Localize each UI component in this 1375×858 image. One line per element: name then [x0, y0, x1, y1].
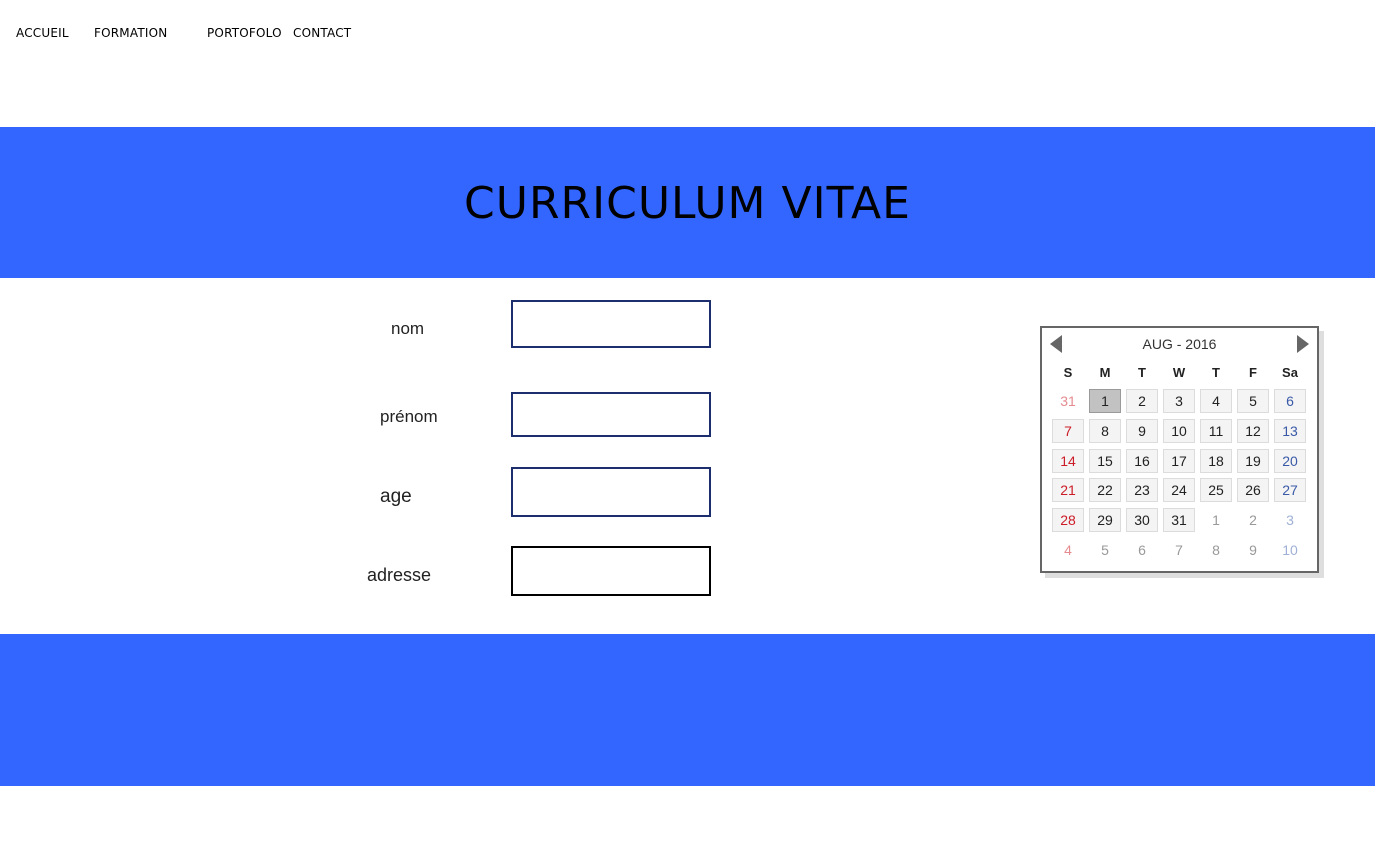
adresse-input[interactable] [511, 546, 711, 596]
calendar-day[interactable]: 4 [1052, 538, 1084, 562]
calendar-day[interactable]: 5 [1089, 538, 1121, 562]
calendar-day[interactable]: 14 [1052, 448, 1084, 473]
footer-banner [0, 634, 1375, 786]
date-picker: AUG - 2016 S M T W T F Sa 31 1 2 3 4 5 6 7 8 9 10 11 12 13 1… [1040, 326, 1319, 573]
weekday-label: F [1249, 365, 1257, 380]
nav-formation-link[interactable]: FORMATION [94, 26, 167, 40]
weekday-label: T [1138, 365, 1146, 380]
calendar-day[interactable]: 29 [1089, 508, 1121, 533]
age-input[interactable] [511, 467, 711, 517]
calendar-day[interactable]: 7 [1163, 538, 1195, 562]
calendar-day[interactable]: 3 [1274, 508, 1306, 532]
calendar-day[interactable]: 10 [1274, 538, 1306, 562]
calendar-day[interactable]: 15 [1089, 448, 1121, 473]
calendar-day[interactable]: 6 [1126, 538, 1158, 562]
calendar-day[interactable]: 9 [1237, 538, 1269, 562]
nav-portofolo-link[interactable]: PORTOFOLO [207, 26, 282, 40]
calendar-day[interactable]: 7 [1052, 418, 1084, 443]
calendar-day[interactable]: 18 [1200, 448, 1232, 473]
weekday-label: Sa [1282, 365, 1298, 380]
calendar-day[interactable]: 10 [1163, 418, 1195, 443]
calendar-day[interactable]: 8 [1089, 418, 1121, 443]
adresse-label: adresse [367, 565, 432, 585]
nav-contact-link[interactable]: CONTACT [293, 26, 351, 40]
calendar-day[interactable]: 27 [1274, 478, 1306, 503]
calendar-day[interactable]: 20 [1274, 448, 1306, 473]
calendar-day[interactable]: 13 [1274, 418, 1306, 443]
calendar-day[interactable]: 24 [1163, 478, 1195, 503]
calendar-day[interactable]: 8 [1200, 538, 1232, 562]
calendar-day[interactable]: 9 [1126, 418, 1158, 443]
nav-accueil-link[interactable]: ACCUEIL [16, 26, 69, 40]
calendar-day[interactable]: 1 [1089, 389, 1121, 413]
calendar-day[interactable]: 1 [1200, 508, 1232, 532]
calendar-day[interactable]: 25 [1200, 478, 1232, 503]
calendar-day[interactable]: 22 [1089, 478, 1121, 503]
calendar-day[interactable]: 11 [1200, 418, 1232, 443]
calendar-day[interactable]: 5 [1237, 389, 1269, 413]
age-label: age [380, 486, 412, 507]
nom-label: nom [391, 319, 425, 338]
weekday-label: W [1172, 365, 1186, 380]
weekday-label: M [1099, 365, 1111, 380]
calendar-day[interactable]: 30 [1126, 508, 1158, 533]
next-month-icon[interactable] [1297, 335, 1309, 353]
calendar-day[interactable]: 6 [1274, 389, 1306, 413]
calendar-month-title: AUG - 2016 [1142, 336, 1217, 352]
calendar-day[interactable]: 21 [1052, 478, 1084, 503]
nom-input[interactable] [511, 300, 711, 348]
prenom-input[interactable] [511, 392, 711, 437]
calendar-day[interactable]: 28 [1052, 508, 1084, 533]
prenom-label: prénom [380, 407, 438, 426]
calendar-day[interactable]: 31 [1163, 508, 1195, 533]
calendar-day[interactable]: 19 [1237, 448, 1269, 473]
calendar-day[interactable]: 16 [1126, 448, 1158, 473]
weekday-label: T [1212, 365, 1220, 380]
weekday-label: S [1063, 365, 1073, 380]
calendar-day[interactable]: 12 [1237, 418, 1269, 443]
calendar-day[interactable]: 17 [1163, 448, 1195, 473]
calendar-day[interactable]: 2 [1237, 508, 1269, 532]
calendar-day[interactable]: 2 [1126, 389, 1158, 413]
calendar-day[interactable]: 26 [1237, 478, 1269, 503]
page-title: CURRICULUM VITAE [464, 178, 911, 229]
calendar-day[interactable]: 31 [1052, 389, 1084, 413]
calendar-day[interactable]: 23 [1126, 478, 1158, 503]
calendar-day[interactable]: 4 [1200, 389, 1232, 413]
calendar-day[interactable]: 3 [1163, 389, 1195, 413]
